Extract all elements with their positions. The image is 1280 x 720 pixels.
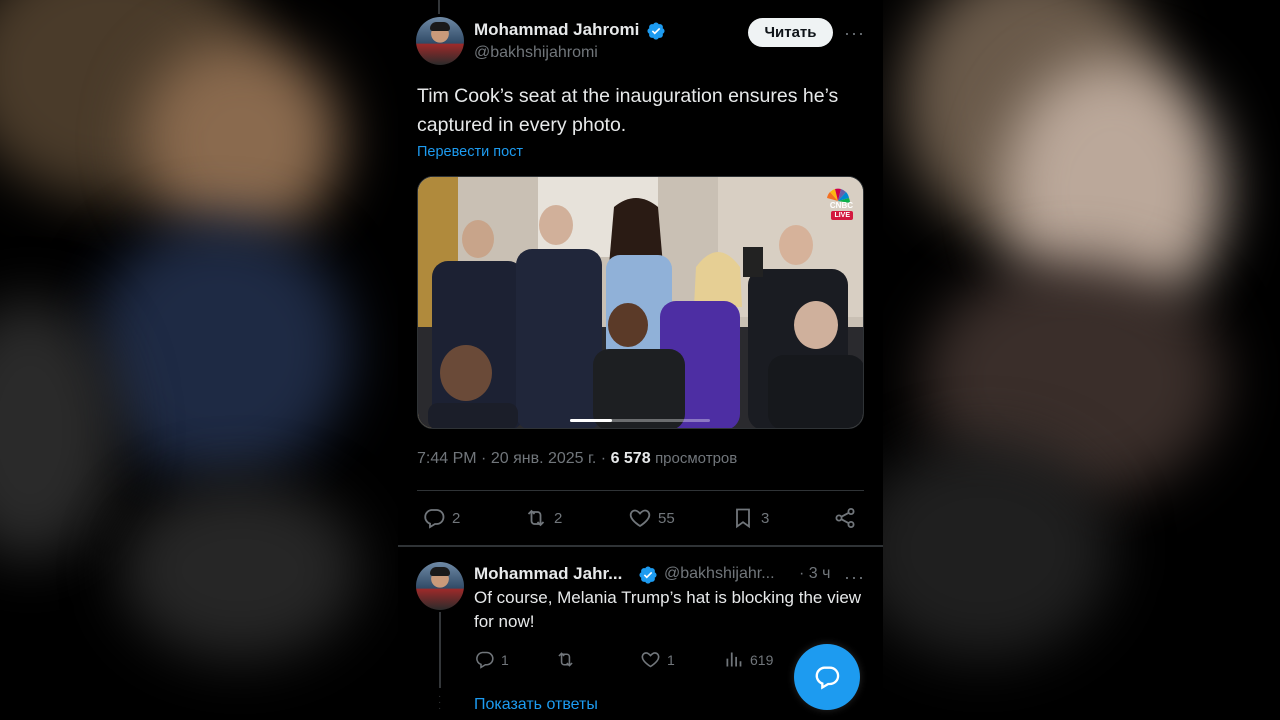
tweet-time[interactable]: 7:44 PM xyxy=(417,450,477,467)
thread-separator xyxy=(398,545,883,547)
thread-connector xyxy=(439,612,441,688)
reply-like-button[interactable]: 1 xyxy=(640,649,675,670)
views-label: просмотров xyxy=(655,450,738,467)
verified-icon xyxy=(647,22,665,40)
divider xyxy=(417,490,864,491)
reply-more-options-icon[interactable]: ··· xyxy=(844,568,865,586)
live-badge: LIVE xyxy=(831,211,853,220)
show-replies-link[interactable]: Показать ответы xyxy=(474,696,598,714)
follow-button[interactable]: Читать xyxy=(748,18,833,47)
like-icon xyxy=(641,652,660,668)
repost-icon xyxy=(527,509,545,527)
reply-reply-button[interactable]: 1 xyxy=(474,649,509,670)
compose-icon xyxy=(815,666,840,690)
repost-count: 2 xyxy=(554,509,563,527)
bookmark-count: 3 xyxy=(761,509,770,527)
verified-icon xyxy=(639,566,657,584)
share-icon xyxy=(835,508,855,528)
compose-button[interactable] xyxy=(794,644,860,710)
like-button[interactable]: 55 xyxy=(628,506,675,530)
bookmark-button[interactable]: 3 xyxy=(731,506,769,530)
tweet-text: Tim Cook’s seat at the inauguration ensu… xyxy=(417,85,839,136)
video-progress-bar[interactable] xyxy=(570,419,710,422)
reply-views-count: 619 xyxy=(750,651,774,668)
views-icon xyxy=(726,652,742,667)
thread-dots: · · · xyxy=(438,691,442,714)
translate-link[interactable]: Перевести пост xyxy=(417,144,523,160)
reply-author-avatar[interactable] xyxy=(416,562,464,610)
blurred-background-left xyxy=(0,0,398,720)
blurred-background-right xyxy=(883,0,1280,720)
like-icon xyxy=(629,509,651,528)
reply-author-handle[interactable]: @bakhshijahr... xyxy=(664,565,775,583)
video-frame xyxy=(418,177,863,428)
reply-like-count: 1 xyxy=(667,651,675,668)
tweet-date[interactable]: 20 янв. 2025 г. xyxy=(491,450,597,467)
tweet-metadata: 7:44 PM · 20 янв. 2025 г. · 6 578 просмо… xyxy=(417,450,738,467)
author-name[interactable]: Mohammad Jahromi xyxy=(474,20,639,40)
views-count: 6 578 xyxy=(610,450,651,467)
reply-count: 2 xyxy=(452,509,461,527)
repost-icon xyxy=(558,652,573,667)
repost-button[interactable]: 2 xyxy=(524,506,562,530)
thread-connector-top xyxy=(438,0,440,14)
like-count: 55 xyxy=(658,509,675,527)
tweet-video[interactable]: CNBC LIVE xyxy=(417,176,864,429)
video-progress-fill xyxy=(570,419,612,422)
reply-repost-button[interactable] xyxy=(555,649,576,670)
reply-icon xyxy=(424,509,445,529)
share-button[interactable] xyxy=(833,506,857,530)
author-avatar[interactable] xyxy=(416,17,464,65)
author-handle[interactable]: @bakhshijahromi xyxy=(474,44,598,62)
more-options-icon[interactable]: ··· xyxy=(844,24,865,42)
reply-button[interactable]: 2 xyxy=(422,506,460,530)
reply-reply-count: 1 xyxy=(501,651,509,668)
reply-views-button[interactable]: 619 xyxy=(723,649,773,670)
reply-time[interactable]: · 3 ч xyxy=(799,565,830,583)
cnbc-logo-text: CNBC xyxy=(829,201,853,210)
reply-text: Of course, Melania Trump’s hat is blocki… xyxy=(474,588,862,631)
reply-icon xyxy=(476,651,494,669)
bookmark-icon xyxy=(736,508,750,529)
tweet-detail-screen: Mohammad Jahromi @bakhshijahromi Читать … xyxy=(398,0,883,720)
reply-author-name[interactable]: Mohammad Jahr... xyxy=(474,564,622,584)
